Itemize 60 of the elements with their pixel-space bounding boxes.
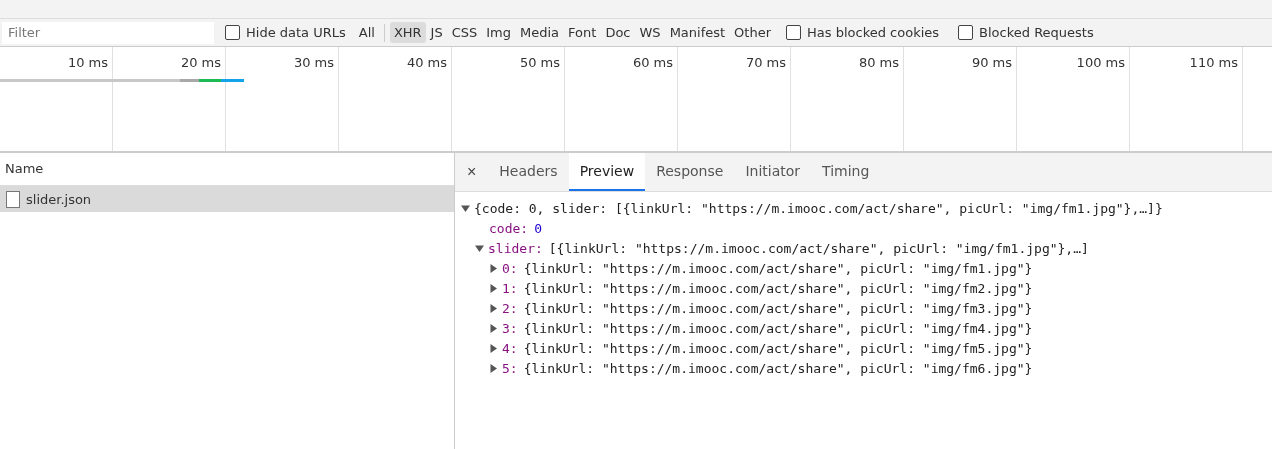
- request-name: slider.json: [26, 191, 92, 207]
- property-name: code:: [489, 220, 529, 236]
- expand-triangle-icon[interactable]: [489, 343, 498, 353]
- file-icon: [6, 190, 20, 208]
- property-value: {linkUrl: "https://m.imooc.com/act/share", picUrl: "img/fm1.jpg"}: [523, 260, 1033, 276]
- type-filter-button[interactable]: Manifest: [665, 22, 730, 43]
- property-name: 1:: [502, 280, 518, 296]
- detail-tab[interactable]: Headers: [488, 153, 569, 191]
- detail-tab[interactable]: Timing: [811, 153, 881, 191]
- expand-triangle-icon[interactable]: [489, 363, 498, 373]
- expand-triangle-icon[interactable]: [475, 243, 484, 253]
- property-value: {linkUrl: "https://m.imooc.com/act/share", picUrl: "img/fm6.jpg"}: [523, 360, 1033, 376]
- detail-tab[interactable]: Initiator: [734, 153, 812, 191]
- type-filter-button[interactable]: Font: [564, 22, 601, 43]
- property-name: 2:: [502, 300, 518, 316]
- property-name: 5:: [502, 360, 518, 376]
- hide-data-urls-checkbox[interactable]: Hide data URLs: [225, 25, 346, 40]
- time-tick-label: 20 ms: [180, 55, 221, 70]
- time-tick-label: 30 ms: [293, 55, 334, 70]
- property-name: 3:: [502, 320, 518, 336]
- time-tick-label: 100 ms: [1076, 55, 1125, 70]
- property-value: 0: [534, 220, 542, 236]
- type-filter-button[interactable]: Doc: [601, 22, 635, 43]
- property-value: {linkUrl: "https://m.imooc.com/act/share", picUrl: "img/fm3.jpg"}: [523, 300, 1033, 316]
- time-tick-label: 10 ms: [67, 55, 108, 70]
- property-value: {code: 0, slider: [{linkUrl: "https://m.imooc.com/act/share", picUrl: "img/fm1.jpg"},…]}: [474, 200, 1163, 216]
- property-value: {linkUrl: "https://m.imooc.com/act/share", picUrl: "img/fm5.jpg"}: [523, 340, 1033, 356]
- type-filter-button[interactable]: Img: [482, 22, 516, 43]
- type-filter-button[interactable]: JS: [426, 22, 447, 43]
- time-tick-label: 50 ms: [519, 55, 560, 70]
- property-name: 4:: [502, 340, 518, 356]
- detail-tab[interactable]: Preview: [568, 153, 646, 191]
- type-filter-button[interactable]: Media: [516, 22, 564, 43]
- expand-triangle-icon[interactable]: [489, 263, 498, 273]
- property-value: {linkUrl: "https://m.imooc.com/act/share", picUrl: "img/fm2.jpg"}: [523, 280, 1033, 296]
- time-tick-label: 40 ms: [406, 55, 447, 70]
- filter-checkbox[interactable]: Has blocked cookies: [786, 25, 940, 40]
- type-filter-button[interactable]: CSS: [447, 22, 482, 43]
- property-name: 0:: [502, 260, 518, 276]
- expand-triangle-icon[interactable]: [489, 303, 498, 313]
- property-value: {linkUrl: "https://m.imooc.com/act/share", picUrl: "img/fm4.jpg"}: [523, 320, 1033, 336]
- expand-triangle-icon[interactable]: [461, 203, 470, 213]
- close-button[interactable]: ×: [461, 153, 489, 191]
- time-tick-label: 70 ms: [745, 55, 786, 70]
- filter-field[interactable]: Filter: [2, 21, 214, 44]
- detail-tab[interactable]: Response: [645, 153, 735, 191]
- property-name: slider:: [488, 240, 543, 256]
- time-tick-label: 80 ms: [858, 55, 899, 70]
- time-tick-label: 90 ms: [971, 55, 1012, 70]
- type-filter-button[interactable]: Other: [730, 22, 776, 43]
- filter-checkbox[interactable]: Blocked Requests: [958, 25, 1094, 40]
- property-value: [{linkUrl: "https://m.imooc.com/act/share", picUrl: "img/fm1.jpg"},…]: [548, 240, 1089, 256]
- request-row[interactable]: slider.json: [0, 186, 454, 212]
- expand-triangle-icon[interactable]: [489, 323, 498, 333]
- time-tick-label: 110 ms: [1189, 55, 1238, 70]
- time-tick-label: 60 ms: [632, 55, 673, 70]
- type-filter-button[interactable]: WS: [635, 22, 665, 43]
- type-filter-button[interactable]: XHR: [389, 22, 426, 43]
- expand-triangle-icon[interactable]: [489, 283, 498, 293]
- type-filter-button[interactable]: All: [354, 22, 379, 43]
